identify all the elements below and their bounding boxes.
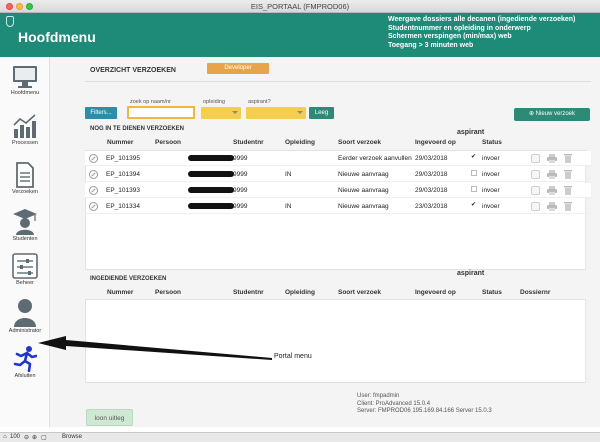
zoom-level[interactable]: 100 [10,434,20,440]
mode-label: Browse [62,434,83,440]
zoom-out-icon[interactable]: ⊖ [24,434,29,441]
home-icon[interactable]: ⌂ [3,434,7,440]
status-bar: ⌂ 100 ⊖ ⊕ ▢ Browse [0,432,600,442]
zoom-in-icon[interactable]: ⊕ [32,434,37,441]
annotation-arrow [38,336,272,360]
layout-toggle-icon[interactable]: ▢ [41,434,47,441]
annotation-label: Portal menu [274,353,312,360]
